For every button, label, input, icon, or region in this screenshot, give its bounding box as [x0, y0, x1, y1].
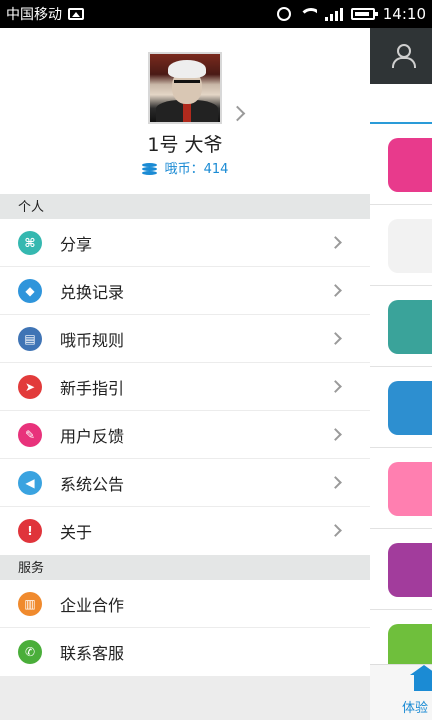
user-icon[interactable] [392, 44, 416, 68]
clock: 14:10 [382, 5, 426, 23]
speaker-icon: ◀ [18, 470, 42, 495]
share-icon: ⌘ [18, 230, 42, 255]
wifi-icon [298, 8, 317, 20]
coin-balance-label: 哦币：414 [164, 162, 229, 177]
navigation-drawer: 1号 大爷 哦币：414 个人 ⌘ 分享 ◆ 兑换记录 ▤ 哦币规则 ➤ 新手指引 ✎ 用户反馈 ◀ 系… [0, 28, 370, 720]
signal-icon [324, 7, 343, 21]
menu-item[interactable]: ▥ 企业合作 [0, 580, 370, 628]
app-list-item[interactable] [370, 448, 432, 529]
menu-item[interactable]: ✆ 联系客服 [0, 628, 370, 676]
app-icon[interactable] [388, 300, 432, 354]
alert-icon: ! [18, 519, 42, 543]
menu-item[interactable]: ➤ 新手指引 [0, 363, 370, 411]
document-icon: ▤ [18, 326, 42, 351]
chevron-right-icon [329, 380, 342, 393]
menu-item-label: 关于 [60, 523, 93, 542]
app-list-item[interactable] [370, 124, 432, 205]
chevron-right-icon [329, 332, 342, 345]
chevron-right-icon [329, 476, 342, 489]
carrier-name: 中国移动 [6, 7, 62, 23]
battery-icon [350, 8, 378, 20]
app-list-item[interactable] [370, 286, 432, 367]
menu-item[interactable]: ! 关于 [0, 507, 370, 555]
profile-header[interactable]: 1号 大爷 哦币：414 [0, 28, 370, 194]
section-header: 个人 [0, 194, 370, 219]
background-app-tabbar [370, 84, 432, 124]
coin-stack-icon [141, 162, 159, 175]
menu-item[interactable]: ⌘ 分享 [0, 219, 370, 267]
app-list-item[interactable] [370, 205, 432, 286]
menu-list: ⌘ 分享 ◆ 兑换记录 ▤ 哦币规则 ➤ 新手指引 ✎ 用户反馈 ◀ 系统公告! 关于 [0, 219, 370, 555]
menu-item-label: 系统公告 [60, 474, 125, 494]
app-icon[interactable] [388, 381, 432, 435]
send-icon: ➤ [18, 374, 42, 399]
chevron-right-icon [329, 428, 342, 441]
chevron-right-icon [329, 524, 342, 537]
username: 1号 大爷 [147, 134, 223, 156]
chevron-right-icon [329, 236, 342, 249]
app-icon[interactable] [388, 462, 432, 516]
avatar[interactable] [148, 52, 222, 124]
menu-item-label: 联系客服 [60, 644, 125, 663]
app-icon[interactable] [388, 219, 432, 273]
coin-balance: 哦币：414 [0, 158, 370, 177]
menu-item-label: 新手指引 [60, 378, 125, 398]
menu-item-label: 兑换记录 [60, 282, 125, 302]
alarm-icon [276, 7, 291, 21]
section-header: 服务 [0, 555, 370, 580]
app-icon[interactable] [388, 543, 432, 597]
image-notification-icon [68, 8, 84, 20]
menu-list: ▥ 企业合作 ✆ 联系客服 [0, 580, 370, 676]
menu-item-label: 用户反馈 [60, 426, 125, 446]
chevron-right-icon[interactable] [229, 105, 246, 122]
phone-icon: ✆ [18, 640, 42, 664]
app-list-item[interactable] [370, 367, 432, 448]
tag-icon: ◆ [18, 278, 42, 303]
bottom-nav-label[interactable]: 体验 [402, 697, 428, 716]
app-icon[interactable] [388, 138, 432, 192]
menu-item-label: 哦币规则 [60, 330, 125, 350]
menu-item[interactable]: ◆ 兑换记录 [0, 267, 370, 315]
chevron-right-icon [329, 284, 342, 297]
menu-item[interactable]: ✎ 用户反馈 [0, 411, 370, 459]
edit-icon: ✎ [18, 422, 42, 447]
bank-icon: ▥ [18, 591, 42, 616]
home-icon[interactable] [410, 665, 432, 691]
background-bottom-nav: 体验 [370, 664, 432, 720]
menu-item-label: 分享 [60, 234, 93, 254]
menu-item[interactable]: ▤ 哦币规则 [0, 315, 370, 363]
status-bar: 中国移动 14:10 [0, 0, 432, 28]
app-list-item[interactable] [370, 529, 432, 610]
background-app-header [370, 28, 432, 84]
background-app: 体验 [370, 28, 432, 720]
menu-item-label: 企业合作 [60, 595, 125, 615]
menu-item[interactable]: ◀ 系统公告 [0, 459, 370, 507]
